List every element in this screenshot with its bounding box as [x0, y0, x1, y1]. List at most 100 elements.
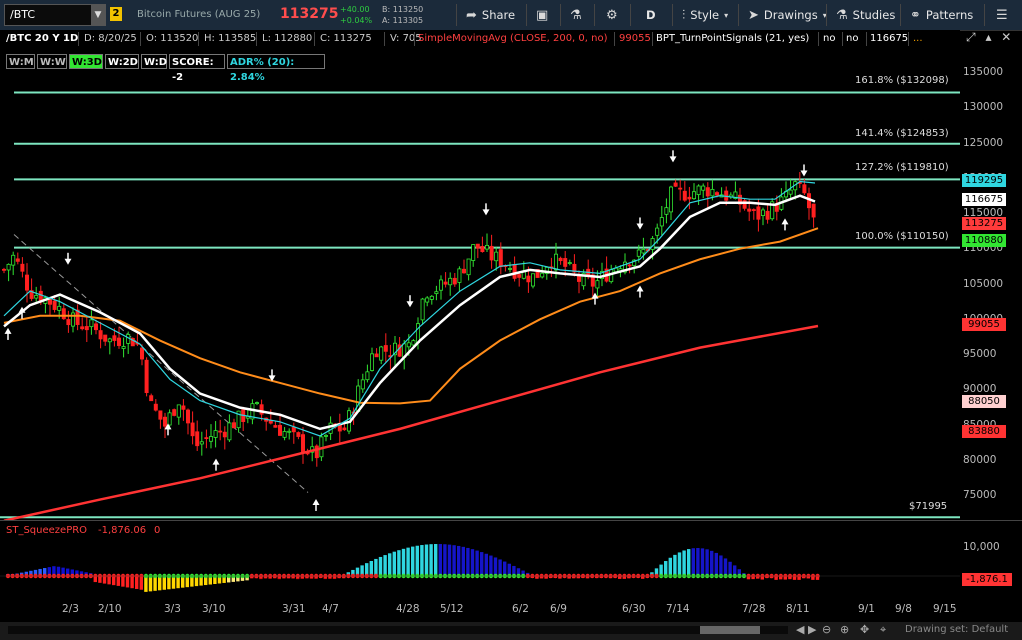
signal-up-arrow-head — [636, 285, 644, 292]
candle-body — [172, 409, 177, 416]
x-tick: 2/3 — [62, 603, 79, 615]
squeeze-histogram[interactable] — [0, 538, 960, 600]
candle-body — [383, 345, 388, 352]
histogram-bar — [673, 554, 677, 576]
chart-title[interactable]: /BTC 20 Y 1D — [6, 33, 78, 44]
zoom-in-icon[interactable]: ⊕ — [840, 623, 849, 636]
x-tick: 9/8 — [895, 603, 912, 615]
candle-body — [443, 281, 448, 285]
candle-body — [701, 185, 706, 191]
y-tick: 95000 — [963, 348, 997, 360]
price-chart[interactable] — [0, 48, 960, 520]
price-bubble-white: 116675 — [962, 193, 1006, 206]
candle-body — [448, 277, 453, 286]
menu-button[interactable]: ☰ — [996, 0, 1008, 30]
x-tick: 7/28 — [742, 603, 766, 615]
style-label: Style — [690, 8, 720, 22]
candle-body — [563, 258, 568, 267]
chevron-down-icon[interactable]: ▼ — [91, 5, 105, 25]
candle-body — [540, 272, 545, 278]
histogram-bar — [153, 576, 157, 591]
histogram-bar — [668, 557, 672, 576]
style-button[interactable]: ⫶ Style ▾ — [682, 0, 728, 30]
divider — [140, 32, 141, 46]
sma-study-label[interactable]: SimpleMovingAvg (CLOSE, 200, 0, no) — [418, 33, 608, 44]
signal-down-arrow-head — [64, 258, 72, 265]
x-tick: 6/9 — [550, 603, 567, 615]
signal-down-arrow-head — [406, 301, 414, 308]
candle-body — [287, 430, 292, 433]
flask-button[interactable]: ⚗ — [570, 0, 582, 30]
candles-icon: ⫶ — [682, 7, 686, 23]
scroll-left-icon[interactable]: ◀ — [796, 623, 804, 636]
y-tick: 90000 — [963, 383, 997, 395]
candle-body — [480, 246, 485, 253]
signals-study-label[interactable]: BPT_TurnPointSignals (21, yes) — [656, 33, 809, 44]
candle-body — [420, 298, 425, 321]
candle-body — [595, 280, 600, 289]
time-scrollbar[interactable] — [8, 626, 788, 634]
patterns-label: Patterns — [925, 8, 974, 22]
candle-body — [678, 187, 683, 190]
signal-flag-1: no — [823, 33, 836, 44]
divider — [984, 4, 985, 26]
symbol-selector[interactable]: /BTC ▼ — [4, 4, 106, 26]
flask-icon: ⚗ — [570, 7, 582, 23]
scroll-right-icon[interactable]: ▶ — [808, 623, 816, 636]
candle-body — [567, 262, 572, 264]
histogram-bar — [480, 552, 484, 576]
histogram-bar — [710, 550, 714, 576]
scrollbar-thumb[interactable] — [700, 626, 760, 634]
y-tick: 80000 — [963, 454, 997, 466]
divider — [78, 32, 79, 46]
ema-white-line — [3, 194, 816, 431]
divider — [672, 4, 673, 26]
cursor-icon: ➤ — [748, 7, 759, 23]
candle-body — [434, 291, 439, 295]
candle-body — [80, 326, 85, 330]
divider — [900, 4, 901, 26]
share-button[interactable]: ➦ Share — [466, 0, 515, 30]
fib-label-1618: 161.8% ($132098) — [855, 75, 949, 86]
studies-button[interactable]: ⚗ Studies — [836, 0, 895, 30]
candle-body — [185, 409, 190, 424]
top-toolbar: /BTC ▼ 2 Bitcoin Futures (AUG 25) 113275… — [0, 0, 1022, 31]
period-button[interactable]: D — [646, 0, 656, 30]
share-icon: ➦ — [466, 7, 477, 23]
histogram-bar — [392, 551, 396, 576]
candle-body — [107, 338, 112, 343]
patterns-button[interactable]: ⚭ Patterns — [910, 0, 973, 30]
candle-body — [227, 422, 232, 441]
histogram-bar — [664, 561, 668, 576]
histogram-bar — [144, 576, 148, 592]
histogram-bar — [406, 547, 410, 576]
settings-button[interactable]: ⚙ — [606, 0, 618, 30]
more-studies[interactable]: ... — [913, 33, 923, 44]
candle-body — [24, 274, 29, 291]
maximize-icon[interactable]: ⤢ — [966, 30, 976, 44]
candle-body — [554, 253, 559, 271]
pan-icon[interactable]: ✥ — [860, 623, 869, 636]
candle-body — [98, 330, 103, 340]
candle-body — [802, 184, 807, 194]
study-name[interactable]: ST_SqueezePRO — [6, 525, 87, 536]
drawing-set-label[interactable]: Drawing set: Default — [905, 624, 1008, 635]
histogram-bar — [700, 548, 705, 576]
zoom-out-icon[interactable]: ⊖ — [822, 623, 831, 636]
candle-body — [765, 210, 770, 220]
price-bubble-83880: 83880 — [962, 425, 1006, 438]
screenshot-button[interactable]: ▣ — [536, 0, 548, 30]
candle-body — [466, 258, 471, 276]
candle-body — [609, 269, 614, 283]
pane-divider[interactable] — [0, 520, 1022, 521]
collapse-icon[interactable]: ▴ — [985, 30, 991, 44]
study-tick-top: 10,000 — [963, 541, 1000, 553]
candle-body — [374, 353, 379, 358]
candle-body — [323, 435, 328, 437]
candle-body — [664, 207, 669, 215]
crosshair-icon[interactable]: ⌖ — [880, 623, 886, 637]
candle-body — [751, 209, 756, 211]
close-icon[interactable]: ✕ — [1001, 30, 1011, 44]
link-badge[interactable]: 2 — [110, 7, 122, 21]
drawings-button[interactable]: ➤ Drawings ▾ — [748, 0, 827, 30]
